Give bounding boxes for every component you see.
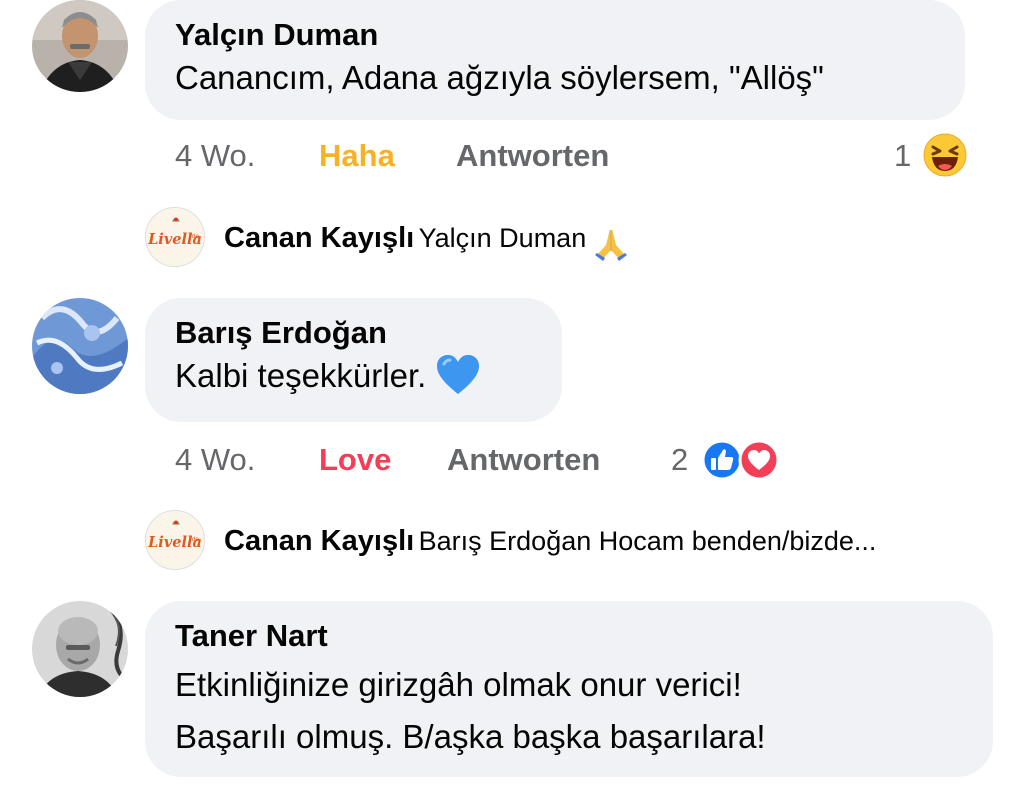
reply-preview[interactable]: Canan Kayışlı Yalçın Duman	[224, 220, 631, 261]
comment-author[interactable]: Yalçın Duman	[175, 16, 935, 54]
reply-text: Barış Erdoğan Hocam benden/bizde...	[418, 526, 877, 556]
avatar-canan-kayisli[interactable]: Livella de	[145, 510, 205, 570]
livella-logo: Livella de	[146, 208, 204, 266]
svg-text:de: de	[192, 234, 200, 240]
folded-hands-emoji-icon	[594, 228, 627, 261]
avatar-baris-erdogan[interactable]	[32, 298, 128, 394]
reply-button[interactable]: Antworten	[456, 136, 609, 176]
comment-text: Kalbi teşekkürler.	[175, 352, 532, 400]
comment-actions: 4 Wo. Haha Antworten	[175, 136, 975, 176]
profile-photo	[32, 0, 128, 92]
svg-text:de: de	[192, 537, 200, 543]
avatar-taner-nart[interactable]	[32, 601, 128, 697]
blue-heart-emoji-icon	[437, 355, 480, 395]
reply-button[interactable]: Antworten	[447, 440, 600, 480]
comment-text-line-2: Başarılı olmuş. B/aşka başka başarılara!	[175, 718, 766, 755]
comment-bubble: Taner Nart Etkinliğinize girizgâh olmak …	[145, 601, 993, 777]
avatar-yalcin-duman[interactable]	[32, 0, 128, 92]
comment-author[interactable]: Taner Nart	[175, 617, 963, 655]
haha-emoji-icon	[923, 133, 967, 177]
comment-text-line-1: Etkinliğinize girizgâh olmak onur verici…	[175, 666, 742, 703]
comment-text-content: Kalbi teşekkürler.	[175, 357, 427, 394]
comment-bubble: Yalçın Duman Canancım, Adana ağzıyla söy…	[145, 0, 965, 120]
comment-actions: 4 Wo. Love Antworten	[175, 440, 675, 480]
reaction-summary[interactable]: 1	[894, 136, 911, 176]
comment-text: Canancım, Adana ağzıyla söylersem, "Allö…	[175, 59, 824, 96]
reaction-summary[interactable]: 2	[671, 440, 688, 480]
profile-photo	[32, 601, 128, 697]
comment-author[interactable]: Barış Erdoğan	[175, 314, 532, 352]
reply-author[interactable]: Canan Kayışlı	[224, 222, 414, 254]
reaction-count: 1	[894, 138, 912, 173]
reaction-button[interactable]: Haha	[319, 136, 395, 176]
profile-photo	[32, 298, 128, 394]
avatar-canan-kayisli[interactable]: Livella de	[145, 207, 205, 267]
comment-timestamp[interactable]: 4 Wo.	[175, 440, 255, 480]
reply-text: Yalçın Duman	[418, 223, 587, 253]
reply-preview[interactable]: Canan Kayışlı Barış Erdoğan Hocam benden…	[224, 523, 876, 564]
reply-author[interactable]: Canan Kayışlı	[224, 525, 414, 557]
love-reaction-icon	[738, 439, 780, 481]
reaction-count: 2	[671, 442, 689, 477]
livella-logo: Livella de	[146, 511, 204, 569]
reaction-button[interactable]: Love	[319, 440, 391, 480]
comment-timestamp[interactable]: 4 Wo.	[175, 136, 255, 176]
comment-bubble: Barış Erdoğan Kalbi teşekkürler.	[145, 298, 562, 422]
